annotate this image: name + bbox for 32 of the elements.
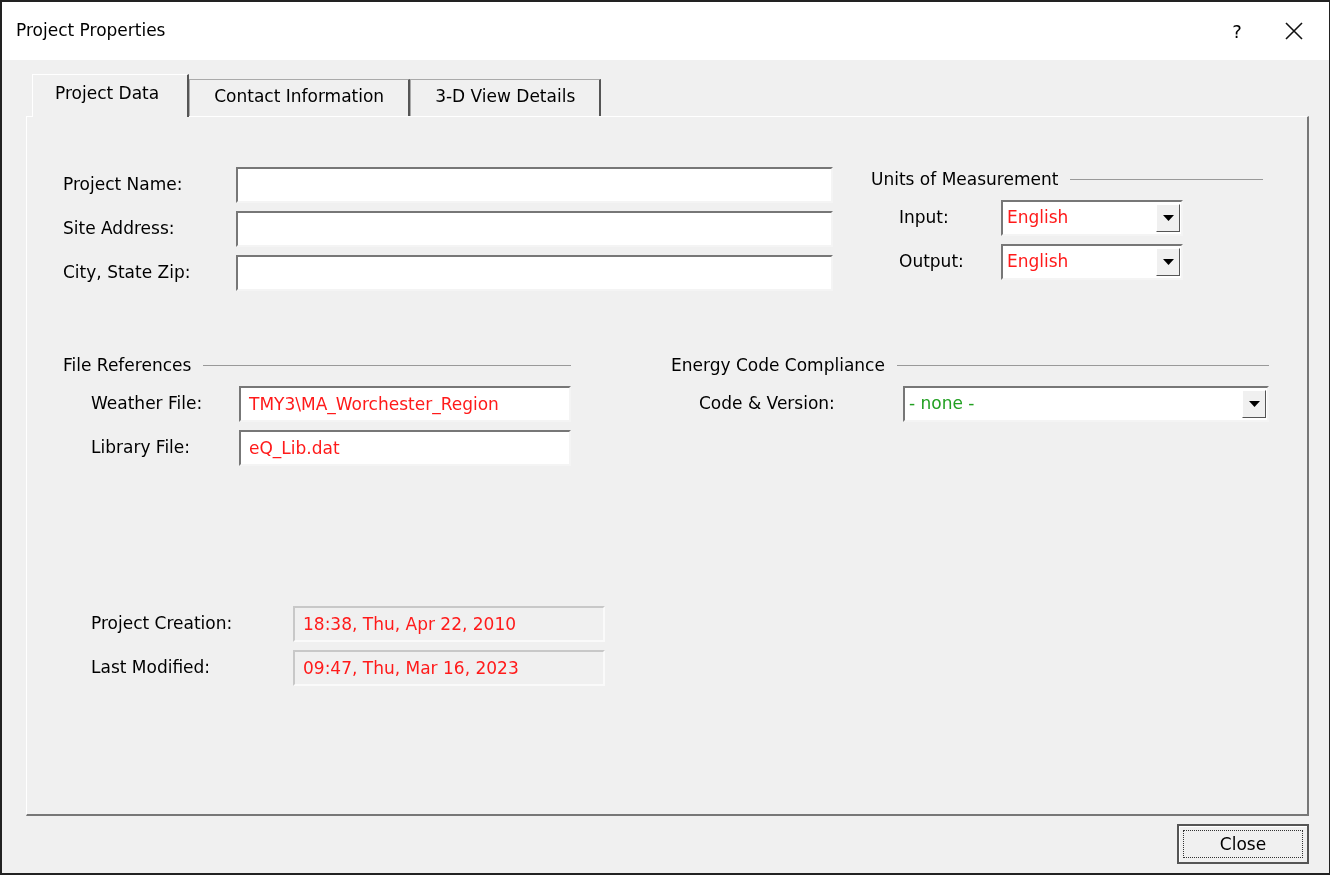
field-label: Last Modified: bbox=[91, 656, 212, 680]
tab[interactable]: Contact Information bbox=[189, 79, 411, 116]
text-field[interactable] bbox=[236, 254, 833, 291]
text-field[interactable]: TMY3\MA_Worchester_Region bbox=[239, 386, 571, 422]
field-label: Code & Version: bbox=[699, 392, 836, 416]
text-field[interactable] bbox=[236, 210, 833, 247]
section-heading: File References bbox=[63, 353, 192, 377]
read-only-field: 18:38, Thu, Apr 22, 2010 bbox=[293, 606, 605, 642]
dropdown[interactable]: English bbox=[1001, 200, 1183, 236]
close-button[interactable]: Close bbox=[1177, 824, 1309, 865]
field-label: Input: bbox=[899, 206, 950, 230]
dropdown[interactable]: English bbox=[1001, 244, 1183, 280]
close-icon[interactable] bbox=[1285, 22, 1303, 40]
tab[interactable]: Project Data bbox=[32, 74, 190, 117]
tab[interactable]: 3-D View Details bbox=[410, 79, 602, 116]
read-only-field: 09:47, Thu, Mar 16, 2023 bbox=[293, 650, 605, 686]
field-label: Library File: bbox=[91, 436, 192, 460]
field-label: Weather File: bbox=[91, 392, 204, 416]
field-label: Project Creation: bbox=[91, 612, 234, 636]
field-label: Output: bbox=[899, 250, 965, 274]
text-field[interactable]: eQ_Lib.dat bbox=[239, 430, 571, 466]
text-field[interactable] bbox=[236, 166, 833, 203]
field-label: Site Address: bbox=[63, 216, 176, 240]
section-heading: Energy Code Compliance bbox=[671, 353, 885, 377]
section-heading: Units of Measurement bbox=[871, 167, 1059, 191]
caret-icon bbox=[1162, 259, 1174, 265]
field-label: City, State Zip: bbox=[63, 260, 192, 284]
caret-icon bbox=[1248, 401, 1260, 407]
caret-icon bbox=[1162, 215, 1174, 221]
help-button[interactable]: ? bbox=[1215, 17, 1259, 45]
field-label: Project Name: bbox=[63, 172, 184, 196]
window-title: Project Properties bbox=[16, 19, 167, 43]
